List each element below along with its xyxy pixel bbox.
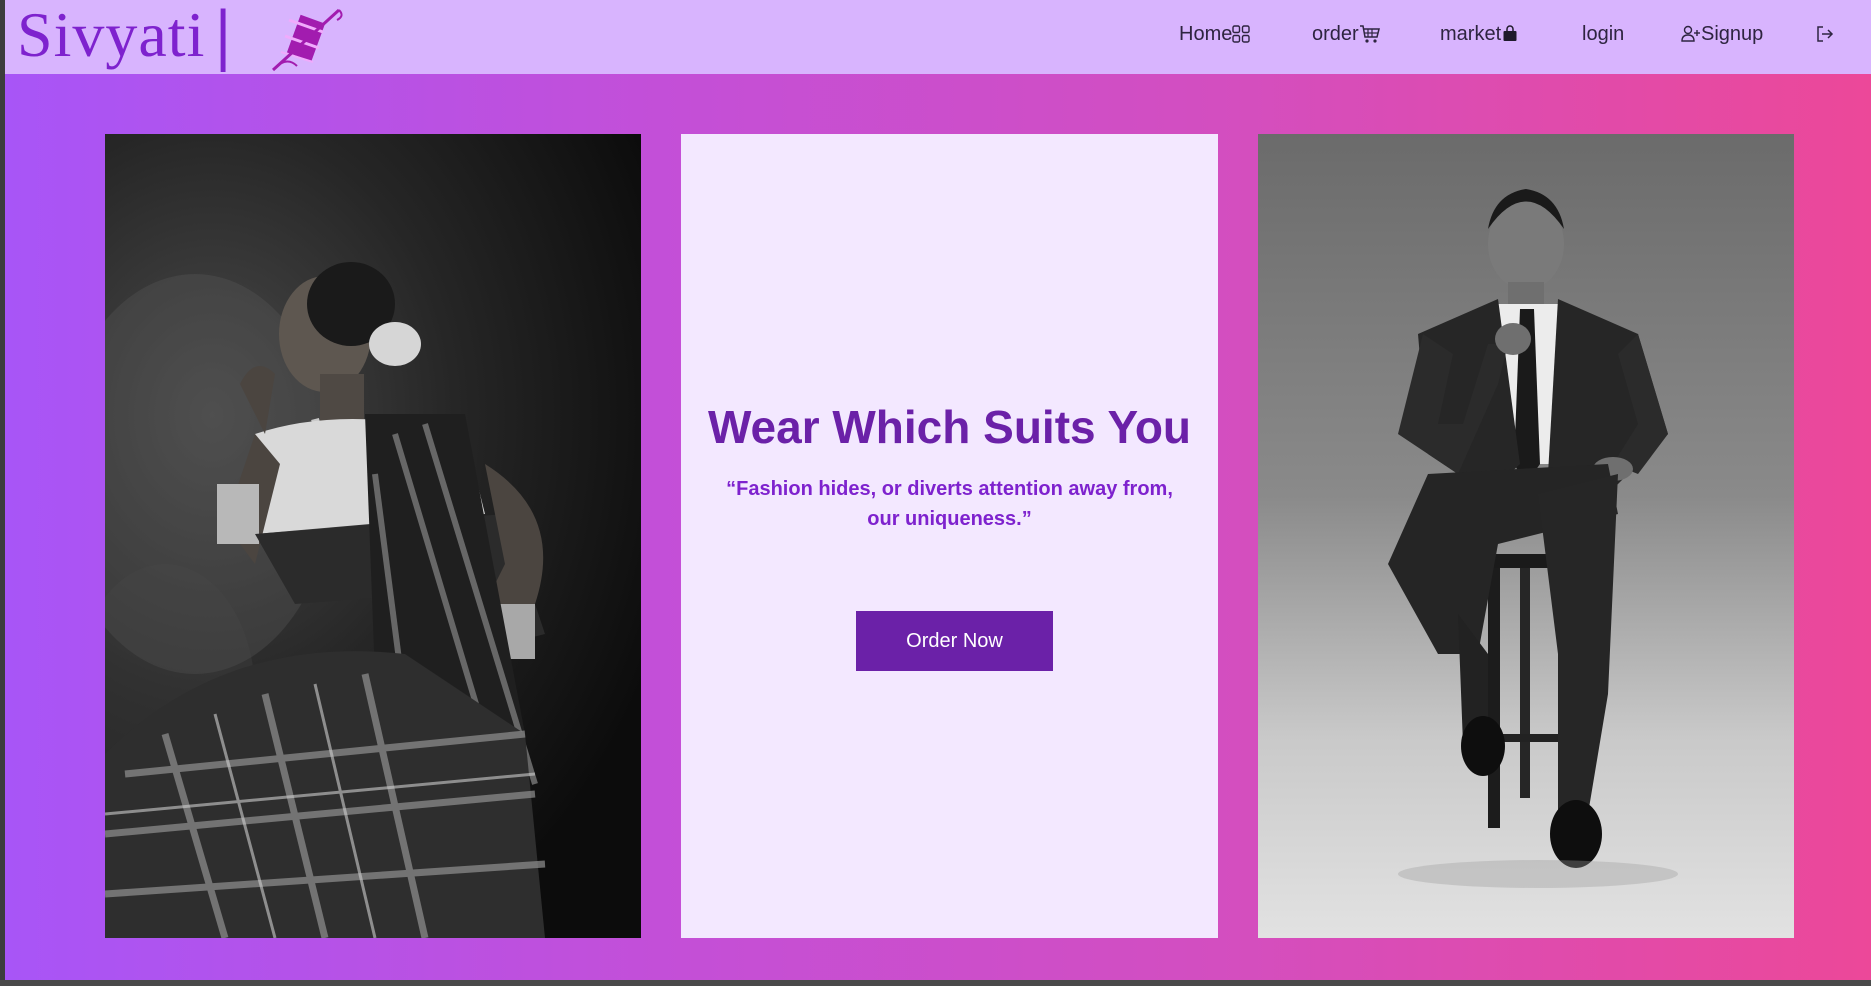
brand-separator: |: [215, 0, 231, 73]
cart-icon: [1359, 25, 1380, 43]
nav-logout[interactable]: [1815, 19, 1835, 49]
nav-market-label: market: [1440, 22, 1502, 45]
hero-image-right: [1258, 134, 1794, 938]
nav-home[interactable]: Home: [1179, 19, 1251, 49]
person-plus-icon: [1681, 25, 1700, 42]
order-now-button[interactable]: Order Now: [856, 611, 1053, 671]
logout-icon: [1817, 26, 1834, 42]
hero-image-left: [105, 134, 641, 938]
grid-icon: [1232, 25, 1251, 43]
nav-market[interactable]: market: [1440, 19, 1519, 49]
nav-order-label: order: [1312, 22, 1359, 45]
page: Sivyati | Home order market login Signup…: [5, 0, 1871, 980]
hero-card: Wear Which Suits You “Fashion hides, or …: [681, 134, 1218, 938]
brand-name: Sivyati: [17, 0, 206, 70]
nav-signup-label: Signup: [1701, 22, 1764, 45]
nav-signup[interactable]: Signup: [1681, 19, 1763, 49]
window-edge-bottom: [0, 980, 1871, 986]
nav-login[interactable]: login: [1582, 19, 1624, 49]
nav-login-label: login: [1582, 22, 1625, 45]
needle-thread-icon: [271, 8, 343, 72]
hero-quote: “Fashion hides, or diverts attention awa…: [726, 478, 1173, 530]
hero-headline: Wear Which Suits You: [707, 401, 1192, 453]
bag-icon: [1503, 25, 1517, 41]
man-figure: [1388, 189, 1678, 888]
navbar: Sivyati | Home order market login Signup: [5, 0, 1871, 74]
nav-home-label: Home: [1179, 22, 1233, 45]
woman-figure: [105, 262, 546, 938]
brand[interactable]: Sivyati |: [17, 0, 231, 72]
nav-order[interactable]: order: [1312, 19, 1381, 49]
